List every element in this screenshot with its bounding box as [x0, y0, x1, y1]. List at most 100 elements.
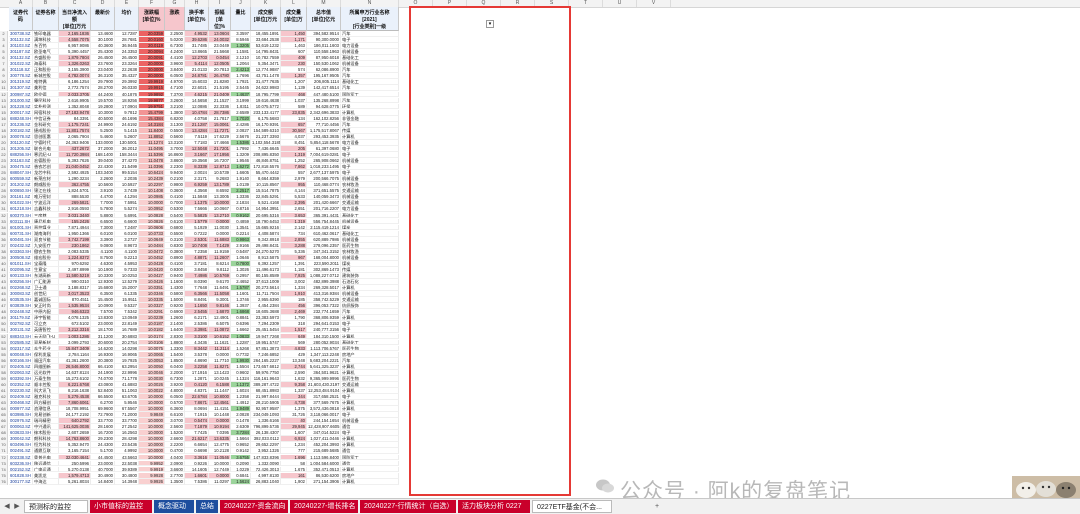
table-cell[interactable]: 1,357	[281, 73, 307, 80]
table-cell[interactable]: 5.4114	[185, 61, 209, 68]
table-cell[interactable]: 计算机	[341, 387, 399, 394]
table-cell[interactable]: 3,118,066.0017	[307, 412, 341, 419]
table-cell[interactable]: 8.6592	[209, 188, 231, 195]
table-cell[interactable]: 10.0900	[91, 303, 115, 310]
table-cell[interactable]: 5,390.4457	[59, 49, 91, 56]
table-cell[interactable]: 11,580.5219	[59, 273, 91, 279]
table-cell[interactable]: 223,590.2011	[307, 260, 341, 267]
table-cell[interactable]: 2.6589	[231, 109, 251, 116]
table-cell[interactable]: 1,018,233.1495	[307, 164, 341, 170]
table-cell[interactable]: 0.4100	[165, 194, 185, 201]
table-cell[interactable]: 0.7000	[165, 200, 185, 207]
table-cell[interactable]: 141,625.0036	[59, 424, 91, 431]
table-cell[interactable]: 15.6033	[185, 79, 209, 86]
table-cell[interactable]: 1.8800	[165, 339, 185, 346]
table-cell[interactable]: 43.0800	[91, 381, 115, 388]
header-cell[interactable]: 振幅 [单位]%	[209, 7, 231, 31]
table-cell[interactable]: 20.7813	[209, 67, 231, 74]
table-cell[interactable]: 龙芯中科	[33, 170, 59, 177]
sheet-tab[interactable]: 0227ETF基金(不会...	[532, 500, 612, 513]
table-cell[interactable]: 16.9300	[91, 351, 115, 358]
table-cell[interactable]: 2.5676	[231, 133, 251, 140]
table-cell[interactable]: 600481.SH	[9, 236, 33, 243]
table-cell[interactable]: 300508.SZ	[9, 254, 33, 261]
table-cell[interactable]: 13.3100	[165, 139, 185, 146]
table-cell[interactable]: 2.1400	[165, 321, 185, 328]
table-cell[interactable]: 154,589.6310	[251, 127, 281, 134]
table-cell[interactable]: 1,337	[281, 387, 307, 394]
table-cell[interactable]: 1.7020	[231, 115, 251, 122]
table-cell[interactable]: 688343.SH	[9, 333, 33, 340]
table-cell[interactable]: 7.1429	[209, 242, 231, 249]
table-cell[interactable]: 14.3184	[139, 121, 165, 128]
table-cell[interactable]: 宁德时代	[33, 139, 59, 146]
table-cell[interactable]: 300078.SZ	[9, 133, 33, 140]
header-cell[interactable]: 证券代码	[9, 7, 33, 31]
table-cell[interactable]: 234,049.1093	[251, 412, 281, 419]
table-cell[interactable]: 40.3600	[91, 43, 115, 49]
table-cell[interactable]: 计算机	[341, 315, 399, 322]
table-cell[interactable]: 4.3568	[185, 188, 209, 195]
table-cell[interactable]: 7,436.6645	[251, 145, 281, 152]
table-cell[interactable]: 8,451	[281, 139, 307, 146]
table-cell[interactable]: 11.8271	[209, 363, 231, 370]
table-cell[interactable]: 0.6800	[165, 224, 185, 231]
table-cell[interactable]: 6.9259	[185, 182, 209, 189]
table-cell[interactable]: 1.9546	[231, 158, 251, 164]
table-cell[interactable]: 2.0900	[165, 460, 185, 467]
add-sheet-button[interactable]: +	[652, 501, 662, 512]
table-cell[interactable]: 0.4700	[165, 448, 185, 455]
table-cell[interactable]: 437.2672	[59, 145, 91, 152]
table-cell[interactable]: 409	[281, 55, 307, 62]
table-cell[interactable]: 0.9226	[185, 460, 209, 467]
table-cell[interactable]: 22.9996	[115, 369, 139, 376]
table-cell[interactable]: 11,720.3984	[59, 152, 91, 158]
table-cell[interactable]: 6.3500	[91, 291, 115, 298]
table-cell[interactable]: 601001.SH	[9, 224, 33, 231]
table-cell[interactable]: 3.7181	[185, 260, 209, 267]
table-cell[interactable]: 煤炭	[341, 224, 399, 231]
table-cell[interactable]: 301179.SZ	[9, 315, 33, 322]
table-cell[interactable]: 三房巷	[33, 212, 59, 219]
table-cell[interactable]: 31,477.7635	[251, 79, 281, 86]
table-cell[interactable]: 300738.SZ	[9, 31, 33, 37]
table-cell[interactable]: 000063.SZ	[9, 424, 33, 431]
column-letter[interactable]: G	[165, 0, 185, 7]
column-letter[interactable]: A	[9, 0, 33, 7]
table-cell[interactable]: 纺织服饰	[341, 303, 399, 310]
table-cell[interactable]: 6.7300	[165, 43, 185, 49]
table-cell[interactable]: 12.4775	[209, 442, 231, 449]
table-cell[interactable]: 电子	[341, 164, 399, 170]
table-cell[interactable]: 10.0050	[139, 363, 165, 370]
table-cell[interactable]: 2,342,696.3833	[307, 109, 341, 116]
table-cell[interactable]: 机械设备	[341, 49, 399, 56]
table-cell[interactable]: 301120.SZ	[9, 139, 33, 146]
table-cell[interactable]: 21.0133	[185, 67, 209, 74]
table-cell[interactable]: 1,037	[281, 97, 307, 104]
table-cell[interactable]: 19.9919	[139, 79, 165, 86]
sheet-tab[interactable]: 20240227-行情统计（自选）	[360, 500, 456, 513]
table-cell[interactable]: 1.8500	[165, 357, 185, 364]
table-cell[interactable]: 23,383.5973	[251, 315, 281, 322]
table-cell[interactable]: 2.6600	[165, 436, 185, 443]
table-cell[interactable]: 汽车	[341, 85, 399, 92]
table-cell[interactable]: 26,883.1040	[251, 478, 281, 485]
table-cell[interactable]: 300177.SZ	[9, 478, 33, 485]
table-cell[interactable]: 1,824.5701	[59, 188, 91, 195]
table-cell[interactable]: 10.0952	[139, 206, 165, 213]
table-cell[interactable]: 电子	[341, 394, 399, 400]
table-cell[interactable]: 机械设备	[341, 176, 399, 183]
table-cell[interactable]: 6,957.9086	[59, 43, 91, 49]
table-cell[interactable]: 0.9652	[231, 442, 251, 449]
table-cell[interactable]: 301202.SZ	[9, 182, 33, 189]
table-cell[interactable]: 汽车	[341, 73, 399, 80]
table-cell[interactable]: 230	[281, 61, 307, 68]
table-cell[interactable]: 3.1667	[185, 152, 209, 158]
table-cell[interactable]: 0.5474	[185, 418, 209, 425]
table-cell[interactable]: 147,833.8396	[251, 454, 281, 461]
table-cell[interactable]: 3.8600	[165, 158, 185, 164]
table-cell[interactable]: 10.5769	[209, 273, 231, 279]
table-cell[interactable]: 168.1400	[91, 152, 115, 158]
table-cell[interactable]: 150,530.1062	[307, 61, 341, 68]
table-cell[interactable]: 2,165.1836	[59, 31, 91, 37]
